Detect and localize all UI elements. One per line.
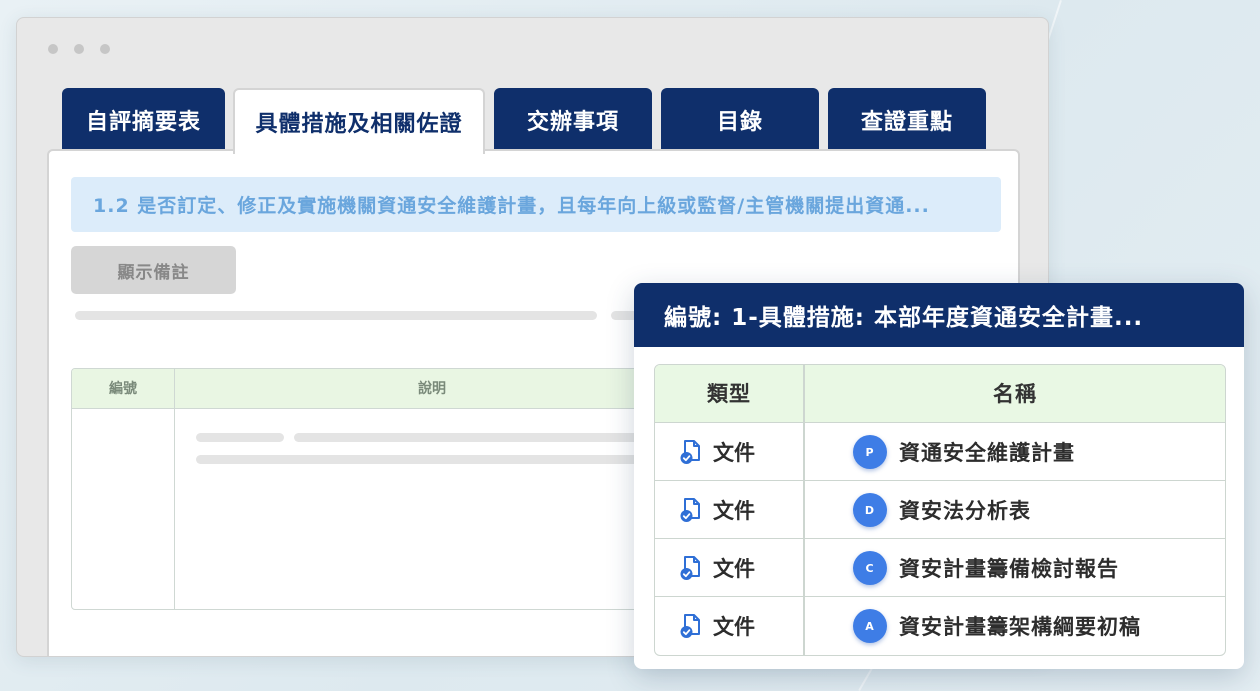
- column-header-description: 說明: [418, 381, 446, 397]
- tab-self-assessment-summary[interactable]: 自評摘要表: [62, 88, 225, 152]
- column-divider: [803, 365, 805, 655]
- document-check-icon: [679, 497, 705, 523]
- tab-assigned-items[interactable]: 交辦事項: [494, 88, 652, 152]
- type-label: 文件: [713, 441, 755, 465]
- window-dot: [74, 44, 84, 54]
- document-check-icon: [679, 439, 705, 465]
- table-row[interactable]: 文件 C 資安計畫籌備檢討報告: [655, 539, 1225, 597]
- tab-specific-measures[interactable]: 具體措施及相關佐證: [233, 88, 485, 154]
- column-header-name: 名稱: [993, 382, 1037, 406]
- name-cell: D 資安法分析表: [853, 481, 1031, 539]
- name-cell: A 資安計畫籌架構綱要初稿: [853, 597, 1141, 655]
- show-notes-button[interactable]: 顯示備註: [71, 246, 236, 294]
- document-name[interactable]: 資安法分析表: [899, 495, 1031, 525]
- tab-verification-points[interactable]: 查證重點: [828, 88, 986, 152]
- category-badge: C: [853, 551, 887, 585]
- document-name[interactable]: 資通安全維護計畫: [899, 437, 1075, 467]
- document-check-icon: [679, 555, 705, 581]
- column-header-number: 編號: [109, 381, 137, 397]
- type-label: 文件: [713, 499, 755, 523]
- name-cell: C 資安計畫籌備檢討報告: [853, 539, 1119, 597]
- window-dot: [100, 44, 110, 54]
- type-cell: 文件: [679, 597, 755, 655]
- question-banner: 1.2 是否訂定、修正及實施機關資通安全維護計畫，且每年向上級或監督/主管機關提…: [71, 177, 1001, 232]
- type-cell: 文件: [679, 539, 755, 597]
- evidence-table: 類型 名稱 文件 P 資通安全維護計畫 文件 D 資安法分析表 文件 C 資安計…: [654, 364, 1226, 656]
- document-name[interactable]: 資安計畫籌備檢討報告: [899, 553, 1119, 583]
- category-badge: D: [853, 493, 887, 527]
- table-row[interactable]: 文件 D 資安法分析表: [655, 481, 1225, 539]
- table-row[interactable]: 文件 A 資安計畫籌架構綱要初稿: [655, 597, 1225, 655]
- loading-placeholder: [196, 433, 284, 442]
- type-cell: 文件: [679, 481, 755, 539]
- document-name[interactable]: 資安計畫籌架構綱要初稿: [899, 611, 1141, 641]
- tab-directory[interactable]: 目錄: [661, 88, 819, 152]
- category-badge: A: [853, 609, 887, 643]
- window-dot: [48, 44, 58, 54]
- loading-placeholder: [75, 311, 597, 320]
- column-divider: [174, 369, 175, 609]
- category-badge: P: [853, 435, 887, 469]
- name-cell: P 資通安全維護計畫: [853, 423, 1075, 481]
- loading-placeholder: [196, 455, 656, 464]
- evidence-table-header: 類型 名稱: [655, 365, 1225, 423]
- column-header-type: 類型: [707, 382, 751, 406]
- evidence-popup: 編號: 1-具體措施: 本部年度資通安全計畫... 類型 名稱 文件 P 資通安…: [634, 283, 1244, 669]
- document-check-icon: [679, 613, 705, 639]
- popup-title: 編號: 1-具體措施: 本部年度資通安全計畫...: [634, 283, 1244, 347]
- type-cell: 文件: [679, 423, 755, 481]
- type-label: 文件: [713, 557, 755, 581]
- type-label: 文件: [713, 615, 755, 639]
- table-row[interactable]: 文件 P 資通安全維護計畫: [655, 423, 1225, 481]
- loading-placeholder: [294, 433, 654, 442]
